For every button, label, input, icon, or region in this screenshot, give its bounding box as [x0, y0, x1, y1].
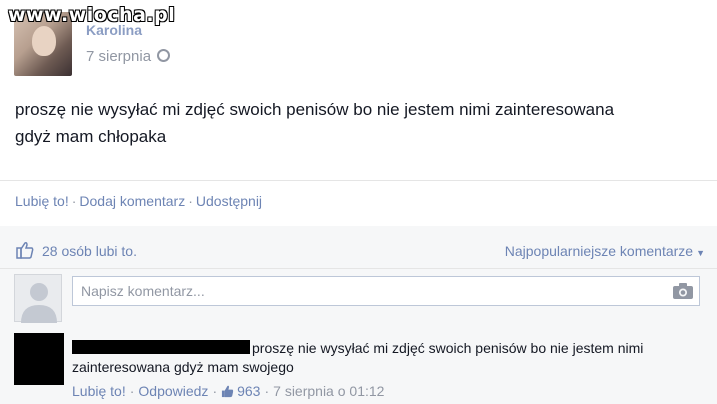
thumbs-up-icon — [16, 242, 34, 259]
default-avatar-icon — [21, 283, 57, 323]
like-link[interactable]: Lubię to! — [15, 193, 69, 209]
share-link[interactable]: Udostępnij — [196, 193, 262, 209]
separator: · — [188, 193, 193, 209]
add-comment-link[interactable]: Dodaj komentarz — [79, 193, 185, 209]
post-meta: 7 sierpnia — [86, 48, 171, 65]
divider — [0, 180, 717, 181]
watermark: www.wiocha.pl — [8, 4, 176, 26]
post-actions: Lubię to! · Dodaj komentarz · Udostępnij — [15, 193, 262, 209]
comment-input[interactable] — [72, 276, 700, 306]
comment-body: proszę nie wysyłać mi zdjęć swoich penis… — [72, 339, 672, 377]
chevron-down-icon: ▼ — [696, 248, 705, 258]
post-date[interactable]: 7 sierpnia — [86, 48, 151, 65]
separator: · — [129, 383, 135, 399]
thumbs-up-icon — [222, 385, 234, 398]
comment-avatar[interactable] — [14, 333, 64, 385]
redacted-name — [72, 340, 250, 354]
divider — [0, 268, 717, 269]
camera-icon[interactable] — [672, 282, 694, 300]
post: Karolina 7 sierpnia proszę nie wysyłać m… — [0, 0, 717, 404]
likes-count-link[interactable]: 28 osób lubi to. — [42, 243, 137, 259]
comment-timestamp[interactable]: 7 sierpnia o 01:12 — [273, 383, 384, 399]
comment-actions: Lubię to! · Odpowiedz · 963 · 7 sierpnia o 01… — [72, 383, 384, 399]
separator: · — [212, 383, 218, 399]
post-text: proszę nie wysyłać mi zdjęć swoich penis… — [15, 100, 615, 146]
separator: · — [71, 193, 77, 209]
likes-summary: 28 osób lubi to. — [16, 241, 137, 259]
composer-avatar — [14, 274, 62, 323]
comment-like-link[interactable]: Lubię to! — [72, 383, 126, 399]
sort-label: Najpopularniejsze komentarze — [504, 243, 694, 259]
globe-icon — [157, 49, 171, 62]
comment-like-count[interactable]: 963 — [237, 383, 260, 399]
comment: proszę nie wysyłać mi zdjęć swoich penis… — [14, 333, 704, 403]
reply-link[interactable]: Odpowiedz — [138, 383, 208, 399]
separator: · — [264, 383, 270, 399]
comment-sort-dropdown[interactable]: Najpopularniejsze komentarze ▼ — [505, 243, 705, 259]
